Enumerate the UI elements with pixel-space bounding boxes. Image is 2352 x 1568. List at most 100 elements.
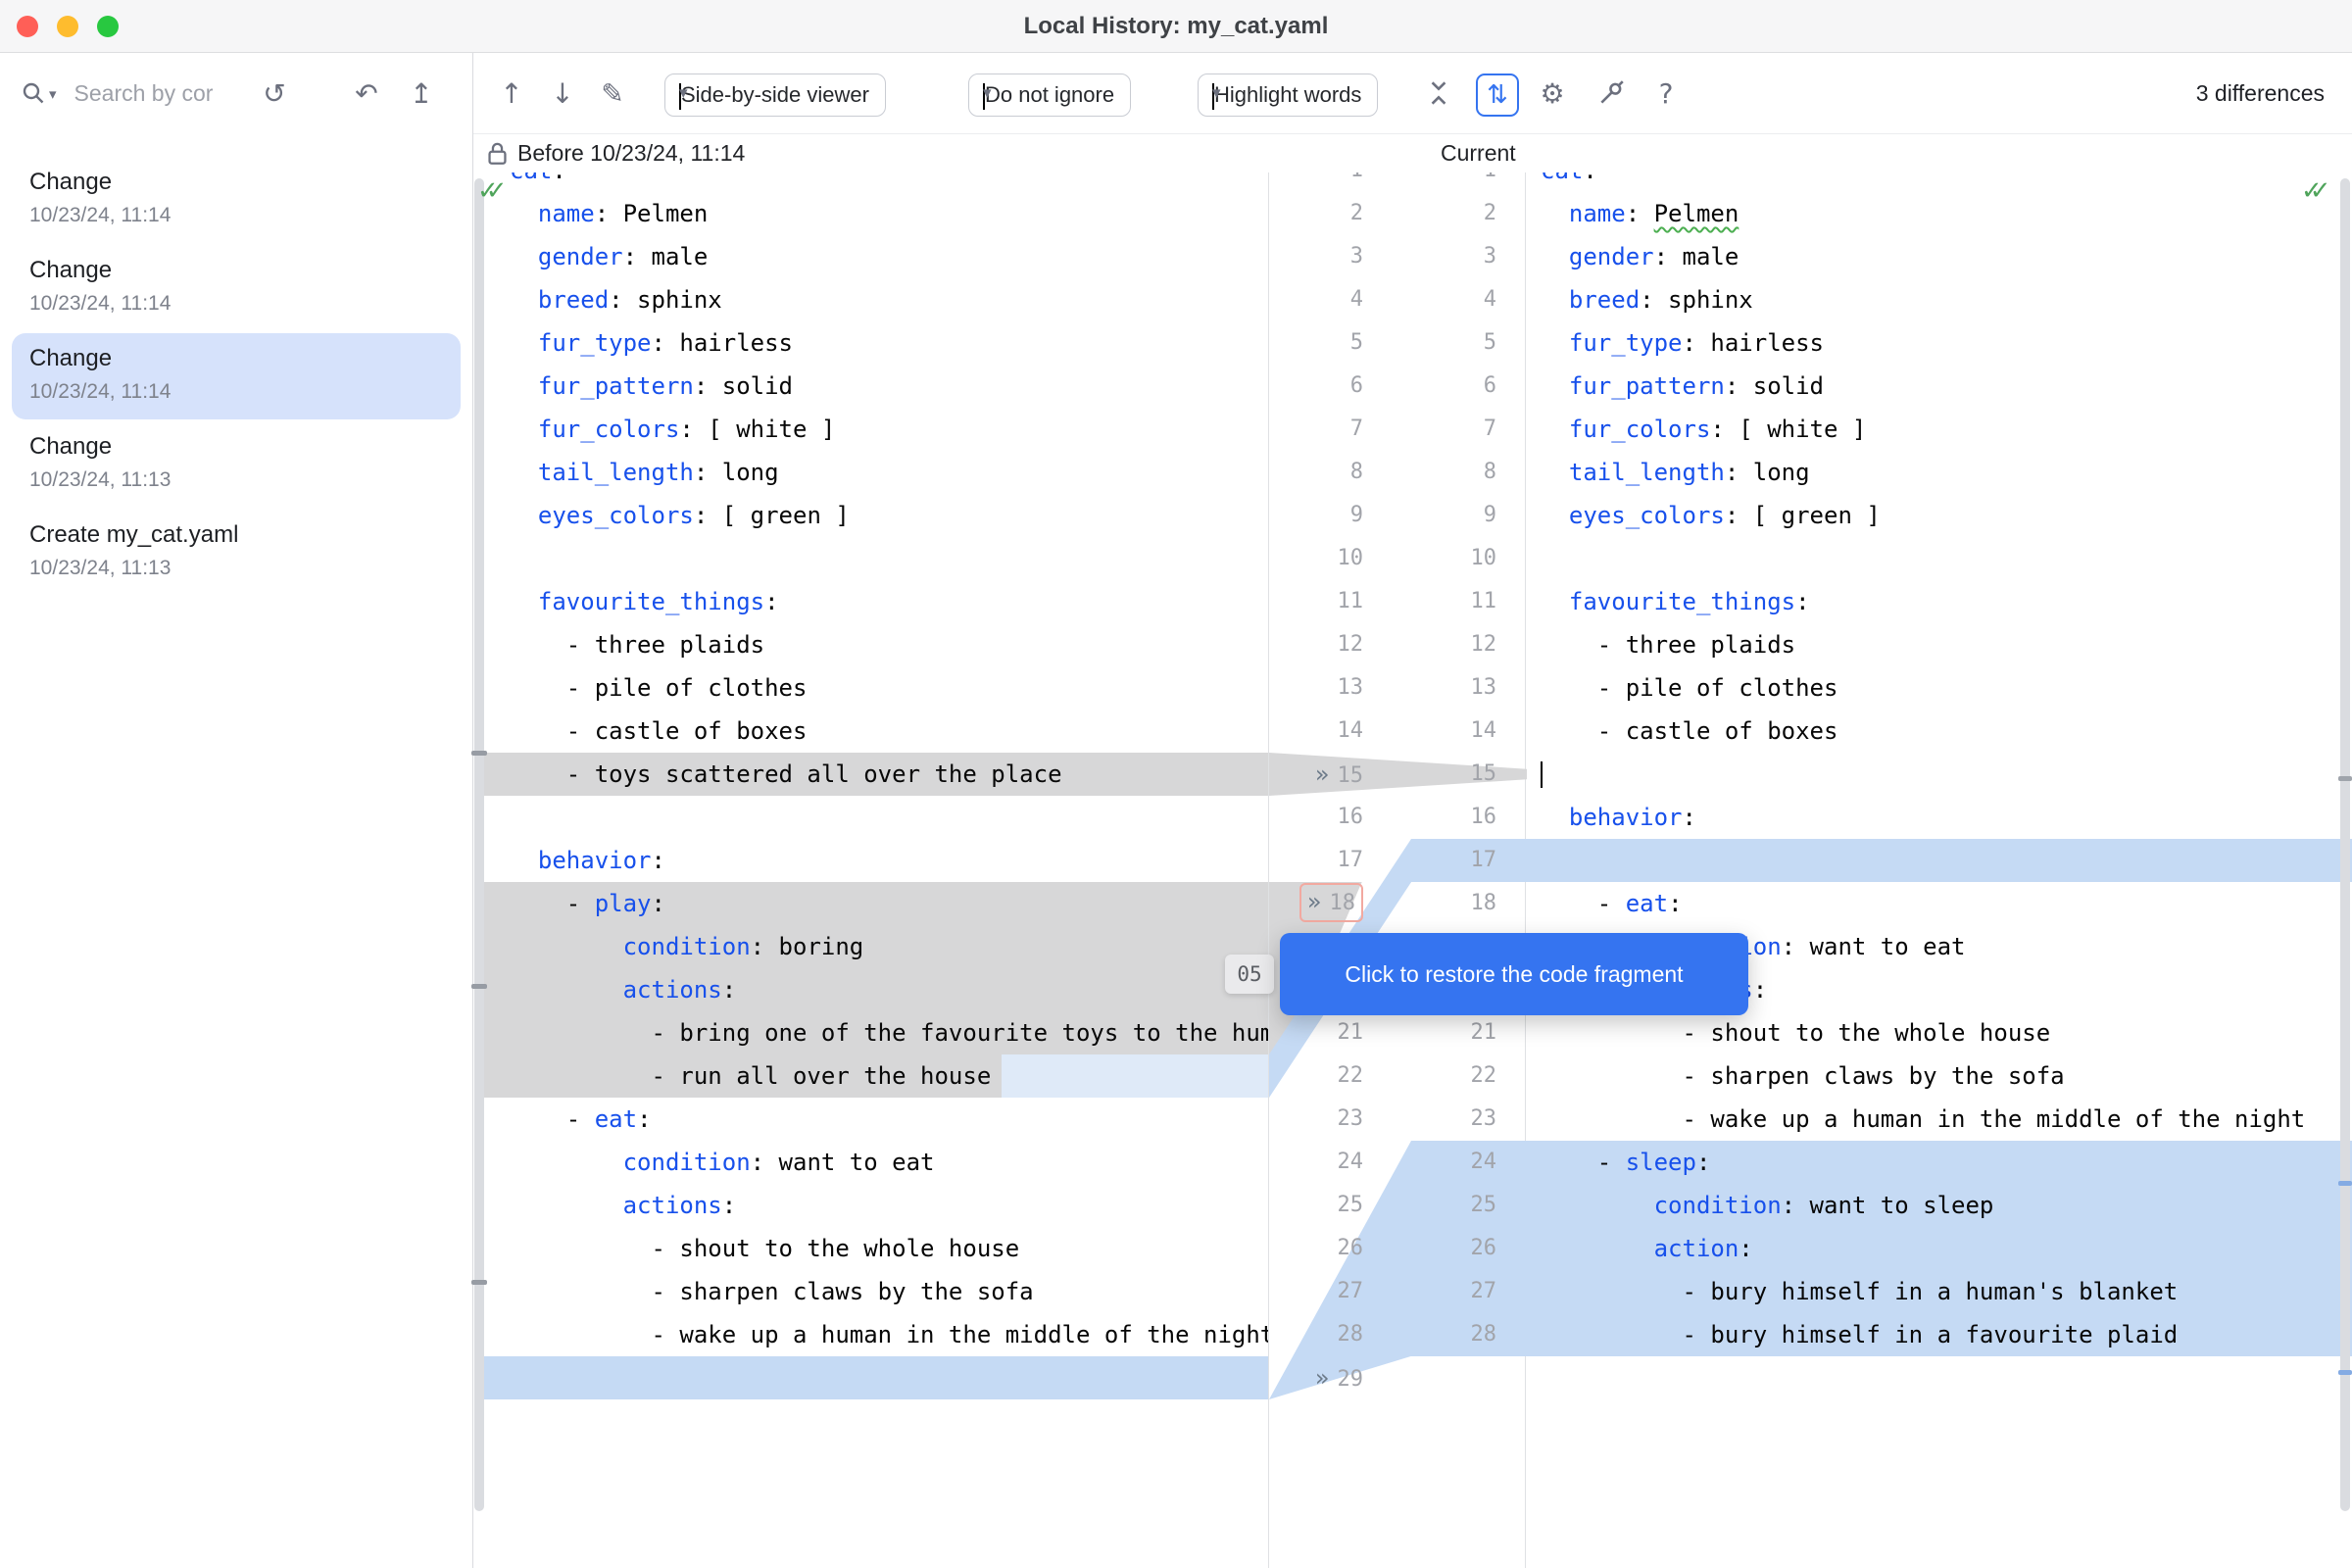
code-line: condition: want to sleep [1527, 1184, 2352, 1227]
line-number: 12 [1269, 623, 1363, 666]
line-number: »18 [1269, 882, 1363, 925]
chevron-down-icon: ▾ [983, 83, 985, 110]
search-input[interactable]: Search by cor [74, 80, 214, 107]
code-line: - castle of boxes [1527, 710, 2352, 753]
code-line: - shout to the whole house [1527, 1011, 2352, 1054]
change-marker [2338, 1181, 2352, 1186]
code-line: - shout to the whole house [484, 1227, 1268, 1270]
search-field[interactable]: ▾ Search by cor [20, 53, 213, 134]
code-line: action: [1527, 1227, 2352, 1270]
differences-count: 3 differences [2196, 53, 2325, 134]
changes-applied-check-icon: ✓✓ [2301, 176, 2350, 206]
toolbar-divider [473, 133, 2352, 134]
next-difference-icon[interactable]: ↓ [541, 53, 584, 134]
code-line: - wake up a human in the middle of the n… [484, 1313, 1268, 1356]
search-icon: ▾ [20, 79, 57, 109]
right-scrollbar[interactable] [2340, 178, 2350, 1511]
restore-chevron-icon[interactable]: » [1307, 888, 1322, 915]
current-pane[interactable]: cat: name: Pelmen gender: male breed: sp… [1527, 172, 2352, 1568]
line-number: 25 [1269, 1184, 1363, 1227]
history-item[interactable]: Change10/23/24, 11:14 [12, 245, 461, 331]
change-marker [2338, 1370, 2352, 1375]
diff-editor: cat: name: Pelmen gender: male breed: sp… [473, 172, 2352, 1568]
collapse-unchanged-icon[interactable] [1417, 53, 1460, 134]
line-number: 18 [1363, 882, 1496, 925]
code-line: actions: [484, 1184, 1268, 1227]
line-number: 24 [1363, 1141, 1496, 1184]
code-line: favourite_things: [1527, 580, 2352, 623]
code-line: fur_colors: [ white ] [484, 408, 1268, 451]
history-item[interactable]: Create my_cat.yaml10/23/24, 11:13 [12, 510, 461, 596]
recent-searches-icon[interactable]: ↺ [253, 53, 296, 134]
restore-chevron-icon[interactable]: » [1315, 760, 1330, 788]
code-line [484, 537, 1268, 580]
changes-applied-check-icon: ✓✓ [477, 176, 526, 206]
code-line: - three plaids [1527, 623, 2352, 666]
code-line [1527, 753, 2352, 796]
edit-source-icon[interactable]: ✎ [591, 53, 634, 134]
code-line [484, 796, 1268, 839]
ignore-policy-dropdown[interactable]: Do not ignore ▾ [968, 74, 1131, 117]
code-line: - eat: [484, 1098, 1268, 1141]
restore-chevron-icon[interactable]: » [1315, 1364, 1330, 1392]
code-line: condition: boring [484, 925, 1268, 968]
line-number: 10 [1269, 537, 1363, 580]
code-line: cat: [484, 172, 1268, 192]
text-caret [1541, 761, 1543, 788]
history-item-date: 10/23/24, 11:13 [29, 557, 171, 580]
history-item[interactable]: Change10/23/24, 11:14 [12, 157, 461, 243]
history-item[interactable]: Change10/23/24, 11:13 [12, 421, 461, 508]
line-number: 1 [1269, 172, 1363, 192]
history-item-date: 10/23/24, 11:14 [29, 292, 171, 316]
line-number: 9 [1363, 494, 1496, 537]
change-marker [471, 751, 487, 756]
line-number: »15 [1269, 753, 1363, 796]
code-line: fur_pattern: solid [1527, 365, 2352, 408]
code-line [1527, 537, 2352, 580]
code-line: behavior: [1527, 796, 2352, 839]
restore-chevron-highlight[interactable]: »18 [1299, 883, 1363, 922]
highlight-mode-dropdown[interactable]: Highlight words ▾ [1198, 74, 1378, 117]
code-line: actions: [484, 968, 1268, 1011]
change-marker [471, 1280, 487, 1285]
code-line: cat: [1527, 172, 2352, 192]
code-line: gender: male [1527, 235, 2352, 278]
line-number: 9 [1269, 494, 1363, 537]
line-number: 24 [1269, 1141, 1363, 1184]
line-number: 2 [1269, 192, 1363, 235]
change-marker [471, 984, 487, 989]
code-line: - castle of boxes [484, 710, 1268, 753]
line-number: 3 [1269, 235, 1363, 278]
viewer-mode-label: Side-by-side viewer [681, 82, 869, 108]
viewer-mode-dropdown[interactable]: Side-by-side viewer ▾ [664, 74, 886, 117]
synchronize-scrolling-toggle[interactable]: ⇅ [1476, 74, 1519, 117]
code-line: - three plaids [484, 623, 1268, 666]
revert-icon[interactable]: ↥ [400, 53, 443, 134]
line-number: 26 [1269, 1227, 1363, 1270]
line-number: 11 [1363, 580, 1496, 623]
tools-icon[interactable] [1590, 53, 1633, 134]
previous-difference-icon[interactable]: ↑ [490, 53, 533, 134]
line-number: 13 [1363, 666, 1496, 710]
settings-gear-icon[interactable]: ⚙ [1531, 53, 1574, 134]
history-item-title: Change [29, 169, 112, 196]
history-item-date: 10/23/24, 11:14 [29, 380, 171, 404]
history-item[interactable]: Change10/23/24, 11:14 [12, 333, 461, 419]
help-icon[interactable]: ? [1644, 53, 1688, 134]
before-pane[interactable]: cat: name: Pelmen gender: male breed: sp… [484, 172, 1268, 1568]
restore-fragment-tooltip-label: Click to restore the code fragment [1345, 961, 1683, 988]
code-line: name: Pelmen [484, 192, 1268, 235]
left-scrollbar[interactable] [474, 178, 484, 1511]
undo-icon[interactable]: ↶ [345, 53, 388, 134]
code-line: - pile of clothes [1527, 666, 2352, 710]
code-line: tail_length: long [484, 451, 1268, 494]
line-number: 22 [1269, 1054, 1363, 1098]
code-line: - pile of clothes [484, 666, 1268, 710]
code-line: gender: male [484, 235, 1268, 278]
diff-gutter: 11223344556677889910101111121213131414»1… [1268, 172, 1526, 1568]
chevron-down-icon: ▾ [1212, 83, 1214, 110]
code-line: - bury himself in a human's blanket [1527, 1270, 2352, 1313]
window-title: Local History: my_cat.yaml [0, 0, 2352, 53]
line-number: 7 [1269, 408, 1363, 451]
restore-fragment-tooltip[interactable]: Click to restore the code fragment [1280, 933, 1748, 1015]
